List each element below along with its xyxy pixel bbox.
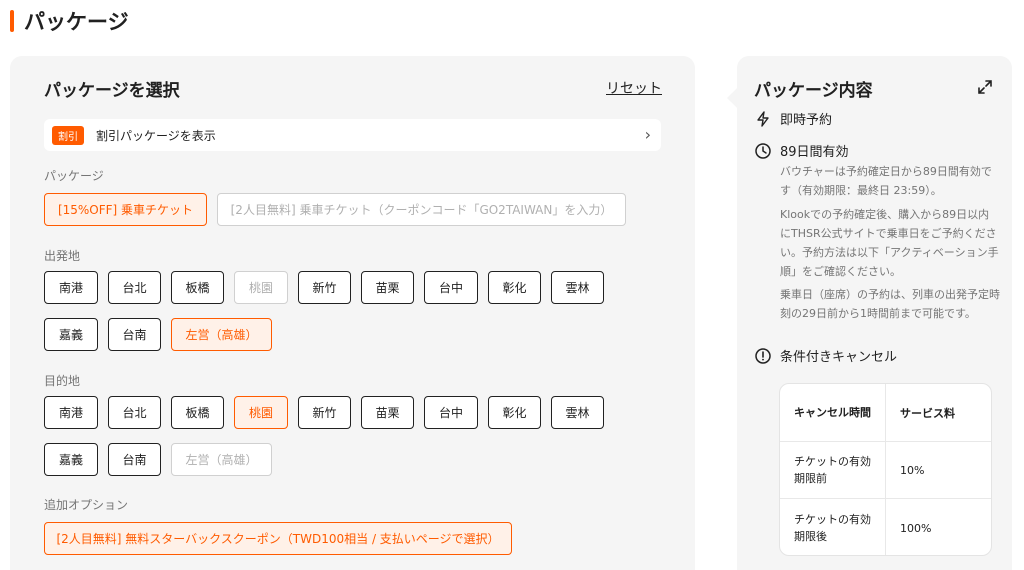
table-header-row: キャンセル時間 サービス料 bbox=[780, 384, 991, 442]
destination-option[interactable]: 台北 bbox=[108, 396, 161, 429]
table-cell: 10% bbox=[900, 463, 925, 477]
validity-item: 89日間有効 bbox=[754, 141, 849, 160]
departure-option[interactable]: 台南 bbox=[108, 318, 161, 351]
cancel-policy-item: 条件付きキャンセル bbox=[754, 346, 897, 365]
bolt-icon bbox=[757, 110, 769, 127]
seat-note: 乗車日（座席）の予約は、列車の出発予定時刻の29日前から1時間前まで可能です。 bbox=[780, 288, 1000, 320]
discount-packages-row[interactable]: 割引 割引パッケージを表示 › bbox=[44, 119, 661, 151]
destination-option: 左営（高雄） bbox=[171, 443, 272, 476]
table-cell: チケットの有効期限後 bbox=[780, 499, 886, 555]
discount-label: 割引パッケージを表示 bbox=[96, 128, 216, 143]
departure-option[interactable]: 苗栗 bbox=[361, 271, 414, 304]
departure-option: 桃園 bbox=[234, 271, 288, 304]
expand-icon[interactable] bbox=[976, 78, 994, 96]
options-label: 追加オプション bbox=[44, 498, 129, 512]
cancel-policy-text: 条件付きキャンセル bbox=[780, 350, 898, 365]
destination-option[interactable]: 台中 bbox=[424, 396, 478, 429]
table-row: チケットの有効期限前 10% bbox=[780, 442, 991, 499]
clock-icon bbox=[755, 142, 771, 159]
chevron-right-icon: › bbox=[644, 125, 651, 144]
cancellation-table: キャンセル時間 サービス料 チケットの有効期限前 10% チケットの有効期限後 … bbox=[779, 383, 992, 556]
alert-circle-icon bbox=[755, 347, 771, 364]
departure-option[interactable]: 台中 bbox=[424, 271, 478, 304]
details-title: パッケージ内容 bbox=[754, 81, 873, 101]
departure-option[interactable]: 嘉義 bbox=[44, 318, 98, 351]
table-row: チケットの有効期限後 100% bbox=[780, 499, 991, 555]
destination-option[interactable]: 板橋 bbox=[171, 396, 224, 429]
destination-option[interactable]: 苗栗 bbox=[361, 396, 414, 429]
selector-title: パッケージを選択 bbox=[44, 81, 180, 101]
departure-option[interactable]: 左営（高雄） bbox=[171, 318, 272, 351]
table-header-cell: キャンセル時間 bbox=[780, 384, 886, 441]
departure-label: 出発地 bbox=[44, 249, 81, 263]
validity-text: 89日間有効 bbox=[780, 145, 849, 160]
departure-option[interactable]: 新竹 bbox=[298, 271, 351, 304]
destination-label: 目的地 bbox=[44, 374, 81, 388]
title-accent-bar bbox=[10, 10, 14, 32]
instant-booking-item: 即時予約 bbox=[754, 109, 832, 128]
destination-option[interactable]: 南港 bbox=[44, 396, 98, 429]
option-starbucks-coupon[interactable]: [2人目無料] 無料スターバックスクーポン（TWD100相当 / 支払いページで… bbox=[44, 522, 512, 555]
destination-option[interactable]: 嘉義 bbox=[44, 443, 98, 476]
page-title-text: パッケージ bbox=[24, 10, 129, 34]
package-option-15off[interactable]: [15%OFF] 乗車チケット bbox=[44, 193, 207, 226]
instant-booking-text: 即時予約 bbox=[780, 113, 833, 128]
discount-tag: 割引 bbox=[52, 125, 84, 145]
validity-note: バウチャーは予約確定日から89日間有効です（有効期限：最終日 23:59）。 bbox=[780, 165, 992, 197]
departure-option[interactable]: 板橋 bbox=[171, 271, 224, 304]
package-label: パッケージ bbox=[44, 169, 104, 183]
destination-option[interactable]: 桃園 bbox=[234, 396, 288, 429]
destination-option[interactable]: 新竹 bbox=[298, 396, 351, 429]
table-header-cell: サービス料 bbox=[900, 406, 955, 420]
departure-option[interactable]: 台北 bbox=[108, 271, 161, 304]
table-cell: 100% bbox=[900, 521, 932, 535]
page-title: パッケージ bbox=[10, 8, 129, 34]
departure-option[interactable]: 雲林 bbox=[551, 271, 604, 304]
departure-option[interactable]: 彰化 bbox=[488, 271, 541, 304]
destination-option[interactable]: 台南 bbox=[108, 443, 161, 476]
destination-option[interactable]: 雲林 bbox=[551, 396, 604, 429]
destination-option[interactable]: 彰化 bbox=[488, 396, 541, 429]
table-cell: チケットの有効期限前 bbox=[780, 442, 886, 498]
booking-note: Klookでの予約確定後、購入から89日以内にTHSR公式サイトで乗車日をご予約… bbox=[780, 208, 999, 278]
departure-option[interactable]: 南港 bbox=[44, 271, 98, 304]
reset-link[interactable]: リセット bbox=[606, 78, 662, 98]
package-option-2nd-free[interactable]: [2人目無料] 乗車チケット（クーポンコード「GO2TAIWAN」を入力） bbox=[217, 193, 626, 226]
